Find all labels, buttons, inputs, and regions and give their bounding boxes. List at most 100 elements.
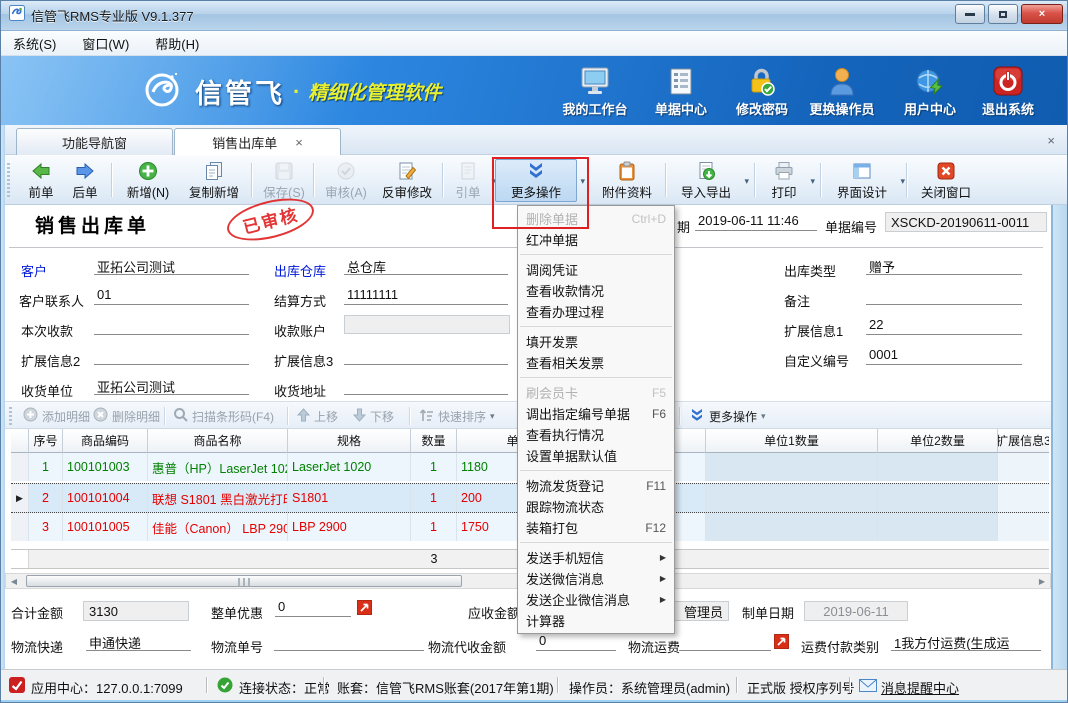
settle-field[interactable]: 11111111: [344, 287, 508, 305]
header-action-change-password[interactable]: 修改密码: [723, 64, 801, 118]
print-button[interactable]: 打印 ▾: [761, 159, 807, 202]
menu-item-view-voucher[interactable]: 调阅凭证: [518, 259, 674, 280]
discount-shortcut-icon[interactable]: [357, 600, 372, 620]
quick-sort-button[interactable]: 快速排序 ▾: [419, 406, 495, 426]
plus-circle-icon: [138, 160, 158, 181]
message-center-link[interactable]: 消息提醒中心: [881, 678, 959, 697]
menu-item-view-process[interactable]: 查看办理过程: [518, 301, 674, 322]
express-field[interactable]: 申通快递: [86, 633, 191, 651]
brand-dot: ·: [293, 79, 300, 105]
brand-logo: 信管飞 · 精细化管理软件: [141, 68, 441, 115]
receiver-field[interactable]: 亚拓公司测试: [94, 377, 249, 395]
chevron-down-icon[interactable]: ▾: [580, 176, 585, 187]
new-doc-button[interactable]: 新增(N): [117, 159, 179, 202]
freighttype-field[interactable]: 1我方付运费(生成运: [891, 633, 1041, 651]
waybill-field[interactable]: [274, 633, 424, 651]
address-field[interactable]: [344, 377, 508, 395]
menu-item-calculator[interactable]: 计算器: [518, 610, 674, 631]
discount-field[interactable]: 0: [275, 599, 351, 617]
menu-item-send-wechat[interactable]: 发送微信消息▶: [518, 568, 674, 589]
audit-button[interactable]: 审核(A): [319, 159, 373, 202]
header-action-workstation[interactable]: 我的工作台: [556, 64, 634, 118]
cod-field[interactable]: 0: [536, 633, 616, 651]
tab-strip: 功能导航窗 销售出库单 × ×: [1, 125, 1068, 155]
menu-item-red-reverse[interactable]: 红冲单据: [518, 229, 674, 250]
move-down-button[interactable]: 下移: [353, 406, 394, 426]
ext1-field[interactable]: 22: [866, 317, 1022, 335]
ui-design-button[interactable]: 界面设计 ▾: [827, 159, 897, 202]
close-window-button[interactable]: 关闭窗口: [913, 159, 979, 202]
tab-sales-outbound[interactable]: 销售出库单 ×: [174, 128, 341, 155]
warehouse-label: 出库仓库: [274, 261, 326, 280]
scroll-left-icon[interactable]: ◀: [6, 574, 22, 588]
menu-item-view-receipts[interactable]: 查看收款情况: [518, 280, 674, 301]
doc-no-field: XSCKD-20190611-0011: [885, 212, 1047, 232]
menu-item-packing[interactable]: 装箱打包F12: [518, 517, 674, 538]
copy-new-button[interactable]: 复制新增: [181, 159, 247, 202]
more-actions-button[interactable]: 更多操作 ▾: [495, 159, 577, 202]
switch-operator-icon: [798, 64, 886, 96]
toolbar-grip: [7, 163, 10, 197]
header-action-document-center[interactable]: 单据中心: [642, 64, 720, 118]
remark-field[interactable]: [866, 287, 1022, 305]
makedate-label: 制单日期: [742, 603, 794, 622]
attachments-button[interactable]: 附件资料: [593, 159, 661, 202]
header-action-user-center[interactable]: 用户中心: [891, 64, 969, 118]
freight-shortcut-icon[interactable]: [774, 634, 789, 654]
move-up-button[interactable]: 上移: [297, 406, 338, 426]
menu-item-delete-doc[interactable]: 删除单据Ctrl+D: [518, 208, 674, 229]
import-export-button[interactable]: 导入导出 ▾: [671, 159, 741, 202]
scroll-right-icon[interactable]: ▶: [1034, 574, 1050, 588]
chevron-down-icon[interactable]: ▾: [810, 176, 815, 187]
tab-close-icon[interactable]: ×: [295, 135, 303, 150]
pull-doc-button[interactable]: 引单 ▾: [448, 159, 488, 202]
header-action-exit-system[interactable]: 退出系统: [969, 64, 1047, 118]
restore-button[interactable]: [988, 4, 1018, 24]
menu-item-view-invoices[interactable]: 查看相关发票: [518, 352, 674, 373]
save-button[interactable]: 保存(S): [257, 159, 311, 202]
ext3-field[interactable]: [344, 347, 508, 365]
customer-field[interactable]: 亚拓公司测试: [94, 257, 249, 275]
menu-item-view-execution[interactable]: 查看执行情况: [518, 424, 674, 445]
menu-window[interactable]: 窗口(W): [82, 34, 129, 53]
menu-item-set-defaults[interactable]: 设置单据默认值: [518, 445, 674, 466]
outtype-field[interactable]: 赠予: [866, 257, 1022, 275]
freight-field[interactable]: [679, 633, 771, 651]
menu-item-logistics-register[interactable]: 物流发货登记F11: [518, 475, 674, 496]
doc-date-field[interactable]: 2019-06-11 11:46: [695, 213, 817, 231]
delete-detail-button[interactable]: 删除明细: [93, 406, 160, 426]
scan-barcode-button[interactable]: 扫描条形码(F4): [173, 406, 274, 426]
copy-icon: [204, 160, 224, 181]
menu-item-send-work-wechat[interactable]: 发送企业微信消息▶: [518, 589, 674, 610]
document-center-icon: [642, 64, 720, 96]
brand-header: 信管飞 · 精细化管理软件 我的工作台 单据中心 修改密码 更: [1, 56, 1068, 125]
chevron-down-icon: ▾: [490, 411, 495, 422]
menu-system[interactable]: 系统(S): [13, 34, 56, 53]
close-button[interactable]: ×: [1021, 4, 1063, 24]
ext2-field[interactable]: [94, 347, 249, 365]
menu-item-swipe-member-card[interactable]: 刷会员卡F5: [518, 382, 674, 403]
menu-item-issue-invoice[interactable]: 填开发票: [518, 331, 674, 352]
thispay-field[interactable]: [94, 317, 249, 335]
tabstrip-close-icon[interactable]: ×: [1047, 133, 1055, 148]
scrollbar-thumb[interactable]: [26, 575, 462, 587]
add-detail-button[interactable]: 添加明细: [23, 406, 90, 426]
grid-header-seq: 序号: [29, 429, 63, 453]
unaudit-edit-button[interactable]: 反审修改: [375, 159, 439, 202]
menu-item-track-logistics[interactable]: 跟踪物流状态: [518, 496, 674, 517]
warehouse-field[interactable]: 总仓库: [344, 257, 508, 275]
discount-label: 整单优惠: [211, 603, 263, 622]
contact-field[interactable]: 01: [94, 287, 249, 305]
minimize-button[interactable]: [955, 4, 985, 24]
menu-help[interactable]: 帮助(H): [155, 34, 199, 53]
menu-item-open-doc-by-no[interactable]: 调出指定编号单据F6: [518, 403, 674, 424]
menu-item-send-sms[interactable]: 发送手机短信▶: [518, 547, 674, 568]
prev-doc-button[interactable]: 前单: [19, 159, 63, 202]
header-action-switch-operator[interactable]: 更换操作员: [798, 64, 886, 118]
next-doc-button[interactable]: 后单: [63, 159, 107, 202]
chevron-down-icon[interactable]: ▾: [900, 176, 905, 187]
tab-function-nav[interactable]: 功能导航窗: [16, 128, 173, 155]
chevron-down-icon[interactable]: ▾: [744, 176, 749, 187]
customno-field[interactable]: 0001: [866, 347, 1022, 365]
detail-more-actions-button[interactable]: 更多操作 ▾: [689, 406, 766, 426]
